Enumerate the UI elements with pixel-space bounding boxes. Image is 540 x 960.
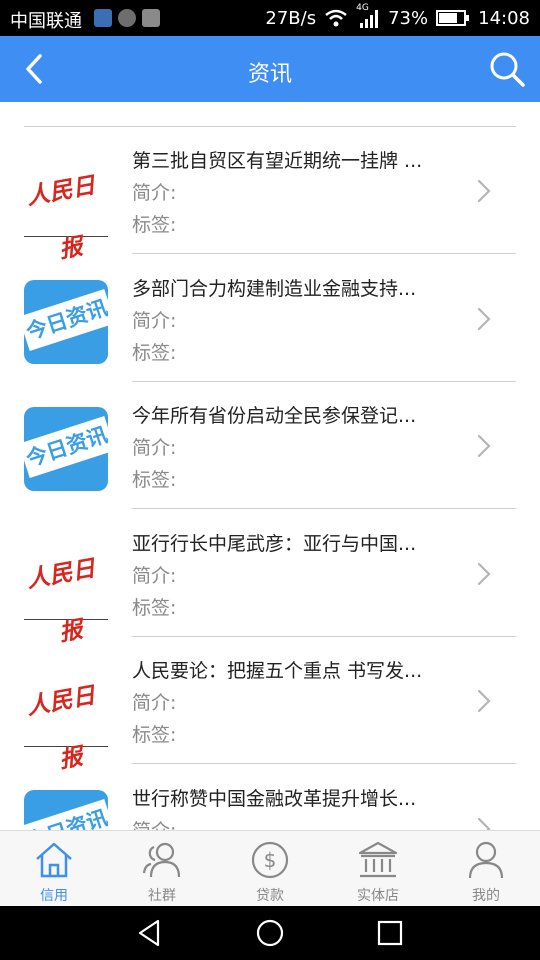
tab-loan[interactable]: $ 贷款	[216, 831, 324, 907]
app-notification-icon	[94, 9, 112, 27]
news-list[interactable]: 人民日报 第三批自贸区有望近期统一挂牌 ... 简介: 标签: 今日资讯 多部门合力构建制…	[0, 102, 540, 830]
news-intro-label: 简介:	[132, 182, 177, 204]
logo-text: 今日资讯	[24, 415, 108, 479]
tab-credit[interactable]: 信用	[0, 831, 108, 907]
tab-label: 贷款	[256, 888, 284, 904]
chevron-right-icon	[477, 562, 491, 585]
system-nav-bar	[0, 906, 540, 960]
news-item[interactable]: 今日资讯世行称赞中国金融改革提升增长...简介:标签:	[0, 765, 540, 831]
news-title: 世行称赞中国金融改革提升增长...	[132, 787, 417, 810]
wifi-icon	[325, 9, 347, 27]
svg-text:$: $	[264, 848, 277, 872]
tab-store[interactable]: 实体店	[324, 831, 432, 907]
app-header: 资讯	[0, 36, 540, 102]
battery-icon	[436, 10, 470, 26]
tab-label: 我的	[472, 888, 500, 904]
tab-label: 信用	[40, 888, 68, 904]
profile-icon	[468, 841, 504, 879]
notification-icons	[94, 9, 160, 27]
news-intro-label: 简介:	[132, 816, 176, 831]
dollar-coin-icon: $	[251, 841, 289, 879]
logo-text: 今日资讯	[24, 288, 108, 351]
bottom-tab-bar: 信用 社群 $ 贷款 实体店 我的	[0, 830, 540, 907]
news-intro-label: 简介:	[132, 564, 177, 587]
home-icon	[36, 842, 72, 878]
nav-recents-icon[interactable]	[375, 918, 405, 948]
tab-community[interactable]: 社群	[108, 831, 216, 907]
image-notification-icon	[142, 9, 160, 27]
news-title: 今年所有省份启动全民参保登记...	[132, 405, 417, 427]
chevron-right-icon	[477, 689, 491, 713]
news-title: 亚行行长中尾武彦：亚行与中国...	[132, 532, 417, 555]
news-tags-label: 标签:	[132, 724, 177, 746]
people-daily-logo: 人民日报	[24, 152, 108, 263]
cellular-signal-icon: 4G	[356, 3, 380, 29]
news-tags-label: 标签:	[132, 341, 177, 364]
people-daily-logo: 人民日报	[24, 535, 108, 646]
app-notification-icon	[118, 9, 136, 27]
news-item[interactable]: 今日资讯 多部门合力构建制造业金融支持... 简介: 标签:	[0, 255, 540, 382]
tab-label: 实体店	[357, 888, 399, 904]
today-news-logo: 今日资讯	[24, 279, 108, 364]
news-tags-label: 标签:	[132, 596, 177, 619]
news-tags-label: 标签:	[132, 214, 177, 236]
nav-home-icon[interactable]	[255, 918, 285, 948]
news-item[interactable]: 人民日报 第三批自贸区有望近期统一挂牌 ... 简介: 标签:	[0, 127, 540, 263]
news-intro-label: 简介:	[132, 309, 177, 332]
nav-back-icon[interactable]	[134, 918, 164, 948]
clock: 14:08	[478, 7, 530, 29]
news-title: 多部门合力构建制造业金融支持...	[132, 277, 417, 300]
people-daily-logo: 人民日报	[24, 662, 108, 773]
tab-mine[interactable]: 我的	[432, 831, 540, 907]
status-bar: 中国联通 27B/s 4G 73% 14:08	[0, 0, 540, 36]
chevron-right-icon	[477, 307, 491, 330]
chevron-right-icon	[477, 434, 491, 458]
battery-percent: 73%	[388, 7, 429, 29]
news-intro-label: 简介:	[132, 692, 177, 714]
tab-label: 社群	[148, 888, 176, 904]
community-icon	[142, 842, 181, 878]
search-button[interactable]	[488, 50, 526, 88]
network-speed: 27B/s	[265, 7, 317, 29]
chevron-right-icon	[477, 179, 491, 203]
news-item[interactable]: 人民日报 人民要论：把握五个重点 书写发... 简介: 标签:	[0, 637, 540, 773]
news-item[interactable]: 今日资讯 今年所有省份启动全民参保登记... 简介: 标签:	[0, 382, 540, 509]
news-item[interactable]: 人民日报 亚行行长中尾武彦：亚行与中国... 简介: 标签:	[0, 510, 540, 646]
news-title: 人民要论：把握五个重点 书写发...	[132, 660, 423, 682]
carrier-label: 中国联通	[10, 11, 82, 32]
news-intro-label: 简介:	[132, 437, 177, 459]
page-title: 资讯	[247, 62, 292, 87]
logo-text: 今日资讯	[24, 798, 108, 830]
news-title: 第三批自贸区有望近期统一挂牌 ...	[132, 150, 423, 172]
today-news-logo: 今日资讯	[24, 789, 108, 830]
news-tags-label: 标签:	[132, 469, 177, 491]
chevron-right-icon	[477, 817, 491, 830]
today-news-logo: 今日资讯	[24, 407, 108, 491]
bank-building-icon	[358, 841, 398, 878]
